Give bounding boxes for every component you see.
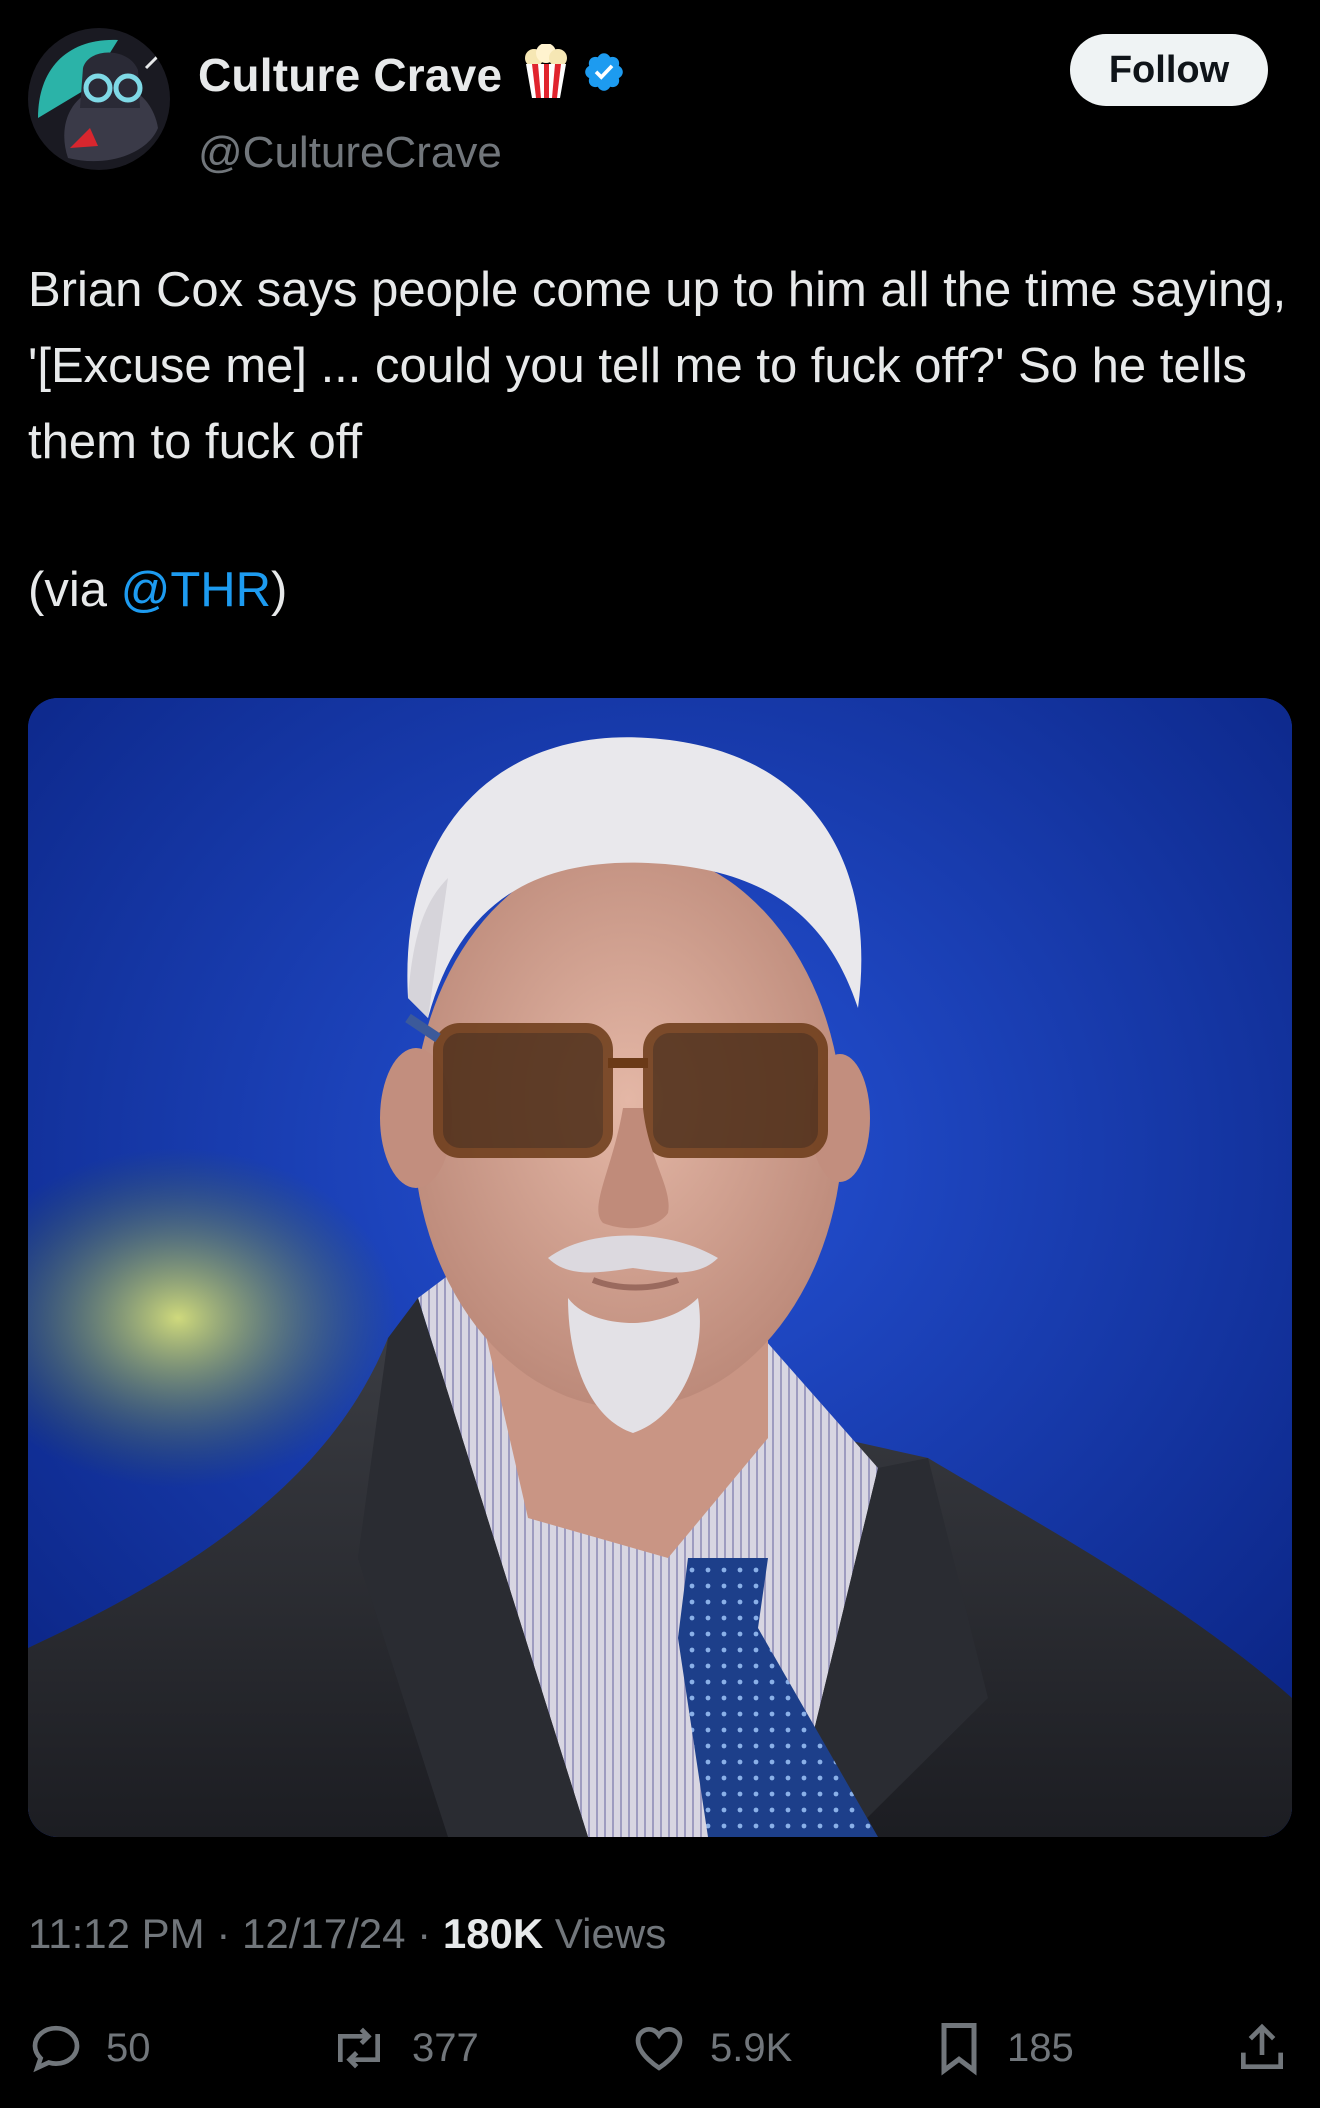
- like-button[interactable]: 5.9K: [630, 2008, 792, 2088]
- bookmark-count: 185: [1007, 2025, 1074, 2070]
- popcorn-icon: [522, 43, 570, 105]
- user-handle[interactable]: @CultureCrave: [198, 128, 502, 178]
- action-bar: 50 377 5.9K 185: [28, 2008, 1292, 2088]
- share-icon: [1241, 2023, 1283, 2069]
- tweet-date[interactable]: 12/17/24: [242, 1910, 406, 1957]
- via-prefix: (via: [28, 563, 121, 617]
- mention-link[interactable]: @THR: [121, 563, 271, 617]
- avatar[interactable]: [28, 28, 170, 170]
- display-name[interactable]: Culture Crave: [198, 48, 502, 102]
- meta-separator: ·: [417, 1910, 432, 1957]
- like-count: 5.9K: [710, 2025, 793, 2070]
- verified-badge-icon: [582, 50, 626, 99]
- repost-icon: [338, 2027, 380, 2069]
- tweet-photo[interactable]: [28, 698, 1292, 1837]
- bookmark-button[interactable]: 185: [933, 2008, 1074, 2088]
- reply-button[interactable]: 50: [28, 2008, 151, 2088]
- views-label: Views: [554, 1910, 667, 1957]
- tweet-via-line: (via @THR): [28, 552, 287, 628]
- repost-count: 377: [412, 2025, 479, 2070]
- via-suffix: ): [271, 563, 288, 617]
- tweet-header: Culture Crave @CultureCrave Follow: [28, 28, 1268, 178]
- reply-count: 50: [106, 2025, 151, 2070]
- meta-separator: ·: [216, 1910, 231, 1957]
- tweet-time[interactable]: 11:12 PM: [28, 1910, 205, 1957]
- tweet-meta: 11:12 PM · 12/17/24 · 180K Views: [28, 1910, 666, 1958]
- tweet-text: Brian Cox says people come up to him all…: [28, 263, 1300, 469]
- bookmark-icon: [941, 2023, 977, 2076]
- views-count: 180K: [442, 1910, 544, 1957]
- follow-button[interactable]: Follow: [1070, 34, 1268, 106]
- like-icon: [635, 2026, 683, 2071]
- share-button[interactable]: [1234, 2008, 1290, 2088]
- reply-icon: [32, 2025, 80, 2073]
- name-row: Culture Crave: [198, 43, 626, 105]
- repost-button[interactable]: 377: [328, 2008, 479, 2088]
